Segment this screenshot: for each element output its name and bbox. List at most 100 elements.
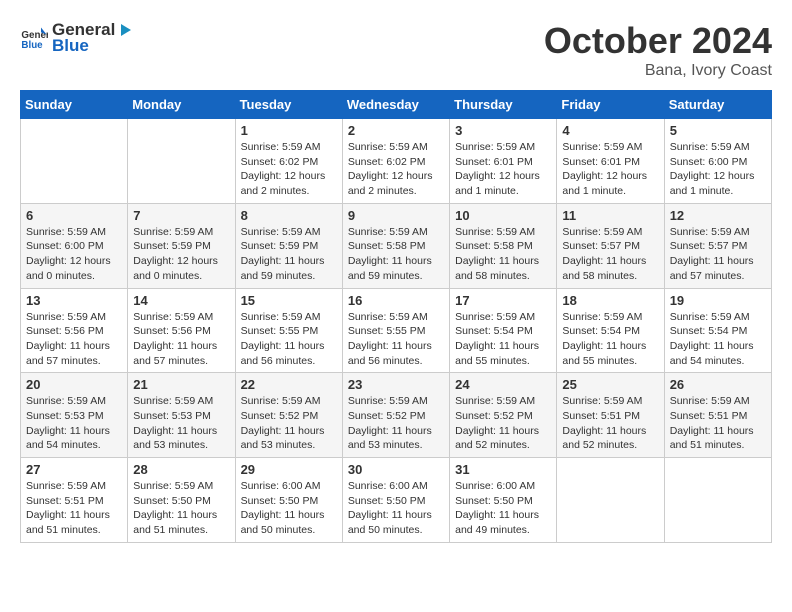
day-info: Sunrise: 5:59 AM Sunset: 5:59 PM Dayligh…	[241, 225, 337, 284]
calendar-row-3: 13 Sunrise: 5:59 AM Sunset: 5:56 PM Dayli…	[21, 288, 772, 373]
calendar-cell: 20 Sunrise: 5:59 AM Sunset: 5:53 PM Dayli…	[21, 373, 128, 458]
day-info: Sunrise: 5:59 AM Sunset: 6:01 PM Dayligh…	[455, 140, 551, 199]
day-info: Sunrise: 5:59 AM Sunset: 6:00 PM Dayligh…	[26, 225, 122, 284]
title-area: October 2024 Bana, Ivory Coast	[544, 20, 772, 80]
calendar-cell: 28 Sunrise: 5:59 AM Sunset: 5:50 PM Dayli…	[128, 458, 235, 543]
day-number: 31	[455, 462, 551, 477]
calendar-cell: 16Sunrise: 5:59 AM Sunset: 5:55 PM Dayli…	[342, 288, 449, 373]
calendar-row-1: 1 Sunrise: 5:59 AM Sunset: 6:02 PM Daylig…	[21, 119, 772, 204]
calendar-cell	[664, 458, 771, 543]
day-info: Sunrise: 5:59 AM Sunset: 5:51 PM Dayligh…	[26, 479, 122, 538]
day-number: 14	[133, 293, 229, 308]
day-number: 3	[455, 123, 551, 138]
day-info: Sunrise: 5:59 AM Sunset: 5:55 PM Dayligh…	[348, 310, 444, 369]
day-number: 21	[133, 377, 229, 392]
calendar-row-5: 27 Sunrise: 5:59 AM Sunset: 5:51 PM Dayli…	[21, 458, 772, 543]
day-info: Sunrise: 5:59 AM Sunset: 5:59 PM Dayligh…	[133, 225, 229, 284]
day-number: 24	[455, 377, 551, 392]
day-number: 29	[241, 462, 337, 477]
day-number: 2	[348, 123, 444, 138]
day-number: 9	[348, 208, 444, 223]
calendar-cell: 17Sunrise: 5:59 AM Sunset: 5:54 PM Dayli…	[450, 288, 557, 373]
location-title: Bana, Ivory Coast	[544, 62, 772, 80]
day-info: Sunrise: 5:59 AM Sunset: 5:56 PM Dayligh…	[26, 310, 122, 369]
day-number: 4	[562, 123, 658, 138]
weekday-friday: Friday	[557, 91, 664, 119]
day-info: Sunrise: 5:59 AM Sunset: 5:53 PM Dayligh…	[26, 394, 122, 453]
weekday-saturday: Saturday	[664, 91, 771, 119]
day-info: Sunrise: 5:59 AM Sunset: 6:02 PM Dayligh…	[241, 140, 337, 199]
day-number: 26	[670, 377, 766, 392]
day-info: Sunrise: 5:59 AM Sunset: 5:52 PM Dayligh…	[241, 394, 337, 453]
day-number: 5	[670, 123, 766, 138]
day-number: 13	[26, 293, 122, 308]
logo-icon: General Blue	[20, 24, 48, 52]
day-info: Sunrise: 5:59 AM Sunset: 5:54 PM Dayligh…	[562, 310, 658, 369]
calendar-cell: 24 Sunrise: 5:59 AM Sunset: 5:52 PM Dayli…	[450, 373, 557, 458]
day-info: Sunrise: 5:59 AM Sunset: 5:58 PM Dayligh…	[348, 225, 444, 284]
day-info: Sunrise: 5:59 AM Sunset: 6:01 PM Dayligh…	[562, 140, 658, 199]
day-info: Sunrise: 5:59 AM Sunset: 5:52 PM Dayligh…	[348, 394, 444, 453]
day-number: 27	[26, 462, 122, 477]
day-info: Sunrise: 5:59 AM Sunset: 6:00 PM Dayligh…	[670, 140, 766, 199]
logo-arrow-icon	[117, 22, 133, 38]
day-info: Sunrise: 5:59 AM Sunset: 5:52 PM Dayligh…	[455, 394, 551, 453]
day-number: 6	[26, 208, 122, 223]
day-number: 11	[562, 208, 658, 223]
weekday-monday: Monday	[128, 91, 235, 119]
day-info: Sunrise: 6:00 AM Sunset: 5:50 PM Dayligh…	[348, 479, 444, 538]
day-info: Sunrise: 5:59 AM Sunset: 5:51 PM Dayligh…	[562, 394, 658, 453]
calendar-cell: 25Sunrise: 5:59 AM Sunset: 5:51 PM Dayli…	[557, 373, 664, 458]
header: General Blue General Blue October 2024 B…	[20, 20, 772, 80]
calendar-cell: 21 Sunrise: 5:59 AM Sunset: 5:53 PM Dayli…	[128, 373, 235, 458]
calendar-row-4: 20 Sunrise: 5:59 AM Sunset: 5:53 PM Dayli…	[21, 373, 772, 458]
calendar-cell: 9 Sunrise: 5:59 AM Sunset: 5:58 PM Daylig…	[342, 203, 449, 288]
calendar-cell: 27 Sunrise: 5:59 AM Sunset: 5:51 PM Dayli…	[21, 458, 128, 543]
calendar-row-2: 6 Sunrise: 5:59 AM Sunset: 6:00 PM Daylig…	[21, 203, 772, 288]
calendar-cell: 13 Sunrise: 5:59 AM Sunset: 5:56 PM Dayli…	[21, 288, 128, 373]
calendar-cell: 14 Sunrise: 5:59 AM Sunset: 5:56 PM Dayli…	[128, 288, 235, 373]
day-number: 7	[133, 208, 229, 223]
month-title: October 2024	[544, 20, 772, 62]
calendar-cell	[21, 119, 128, 204]
day-info: Sunrise: 5:59 AM Sunset: 5:50 PM Dayligh…	[133, 479, 229, 538]
calendar-cell: 19 Sunrise: 5:59 AM Sunset: 5:54 PM Dayli…	[664, 288, 771, 373]
day-info: Sunrise: 5:59 AM Sunset: 5:58 PM Dayligh…	[455, 225, 551, 284]
day-info: Sunrise: 5:59 AM Sunset: 5:57 PM Dayligh…	[562, 225, 658, 284]
calendar-table: SundayMondayTuesdayWednesdayThursdayFrid…	[20, 90, 772, 543]
calendar-cell: 29 Sunrise: 6:00 AM Sunset: 5:50 PM Dayli…	[235, 458, 342, 543]
calendar-cell: 22 Sunrise: 5:59 AM Sunset: 5:52 PM Dayli…	[235, 373, 342, 458]
day-info: Sunrise: 5:59 AM Sunset: 5:53 PM Dayligh…	[133, 394, 229, 453]
day-number: 30	[348, 462, 444, 477]
day-number: 19	[670, 293, 766, 308]
calendar-cell: 3 Sunrise: 5:59 AM Sunset: 6:01 PM Daylig…	[450, 119, 557, 204]
calendar-cell: 6 Sunrise: 5:59 AM Sunset: 6:00 PM Daylig…	[21, 203, 128, 288]
calendar-cell: 4 Sunrise: 5:59 AM Sunset: 6:01 PM Daylig…	[557, 119, 664, 204]
day-info: Sunrise: 5:59 AM Sunset: 5:56 PM Dayligh…	[133, 310, 229, 369]
calendar-cell: 12Sunrise: 5:59 AM Sunset: 5:57 PM Dayli…	[664, 203, 771, 288]
day-number: 28	[133, 462, 229, 477]
calendar-cell	[128, 119, 235, 204]
calendar-cell: 1 Sunrise: 5:59 AM Sunset: 6:02 PM Daylig…	[235, 119, 342, 204]
svg-text:Blue: Blue	[21, 40, 43, 51]
day-info: Sunrise: 5:59 AM Sunset: 6:02 PM Dayligh…	[348, 140, 444, 199]
day-number: 8	[241, 208, 337, 223]
day-number: 22	[241, 377, 337, 392]
calendar-cell: 7 Sunrise: 5:59 AM Sunset: 5:59 PM Daylig…	[128, 203, 235, 288]
calendar-cell: 11 Sunrise: 5:59 AM Sunset: 5:57 PM Dayli…	[557, 203, 664, 288]
calendar-cell: 26Sunrise: 5:59 AM Sunset: 5:51 PM Dayli…	[664, 373, 771, 458]
day-info: Sunrise: 5:59 AM Sunset: 5:54 PM Dayligh…	[670, 310, 766, 369]
day-number: 15	[241, 293, 337, 308]
logo: General Blue General Blue	[20, 20, 133, 56]
calendar-cell: 2 Sunrise: 5:59 AM Sunset: 6:02 PM Daylig…	[342, 119, 449, 204]
weekday-tuesday: Tuesday	[235, 91, 342, 119]
day-info: Sunrise: 5:59 AM Sunset: 5:57 PM Dayligh…	[670, 225, 766, 284]
day-info: Sunrise: 6:00 AM Sunset: 5:50 PM Dayligh…	[241, 479, 337, 538]
calendar-cell: 30 Sunrise: 6:00 AM Sunset: 5:50 PM Dayli…	[342, 458, 449, 543]
calendar-cell	[557, 458, 664, 543]
day-number: 20	[26, 377, 122, 392]
calendar-cell: 18 Sunrise: 5:59 AM Sunset: 5:54 PM Dayli…	[557, 288, 664, 373]
day-number: 18	[562, 293, 658, 308]
calendar-cell: 5 Sunrise: 5:59 AM Sunset: 6:00 PM Daylig…	[664, 119, 771, 204]
day-number: 1	[241, 123, 337, 138]
